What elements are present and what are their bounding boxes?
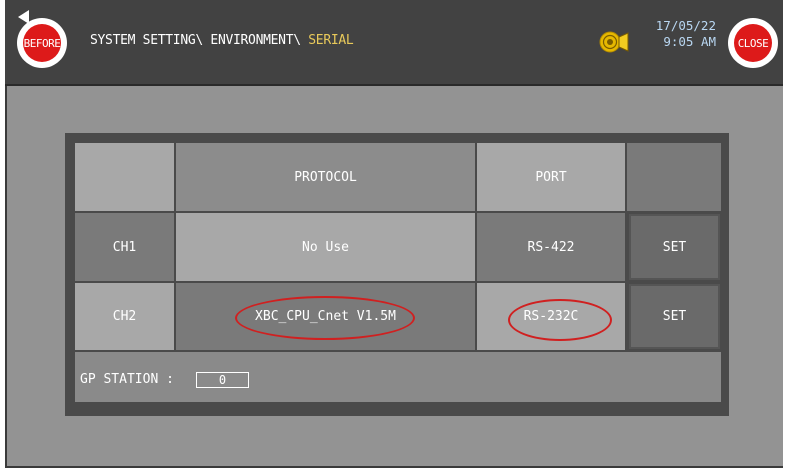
port-highlight-ellipse: [508, 299, 612, 341]
set-button[interactable]: SET: [629, 214, 720, 280]
protocol-highlight-ellipse: [235, 296, 415, 340]
before-button[interactable]: BEFORE: [17, 18, 67, 68]
time-text: 9:05 AM: [663, 34, 716, 49]
protocol-cell[interactable]: No Use: [176, 213, 475, 281]
breadcrumb-current: SERIAL: [308, 33, 354, 48]
protocol-header: PROTOCOL: [176, 143, 475, 211]
channel-cell: CH2: [75, 283, 174, 350]
channel-cell: CH1: [75, 213, 174, 281]
close-button[interactable]: CLOSE: [728, 18, 778, 68]
gp-station-bar: GP STATION : 0: [75, 352, 721, 402]
port-header: PORT: [477, 143, 625, 211]
datetime: 17/05/22 9:05 AM: [646, 18, 716, 50]
port-cell[interactable]: RS-422: [477, 213, 625, 281]
back-arrow-icon: [18, 10, 29, 24]
close-label: CLOSE: [734, 24, 772, 62]
before-label: BEFORE: [23, 24, 61, 62]
bell-icon[interactable]: [598, 30, 630, 54]
gp-station-label: GP STATION :: [80, 372, 174, 387]
breadcrumb: SYSTEM SETTING\ ENVIRONMENT\ SERIAL: [90, 33, 354, 48]
gp-station-input[interactable]: 0: [196, 372, 249, 388]
header-corner-cell: [75, 143, 174, 211]
date-text: 17/05/22: [655, 18, 716, 33]
breadcrumb-path: SYSTEM SETTING\ ENVIRONMENT\: [90, 33, 309, 48]
set-button[interactable]: SET: [629, 284, 720, 349]
set-header: [627, 143, 721, 211]
